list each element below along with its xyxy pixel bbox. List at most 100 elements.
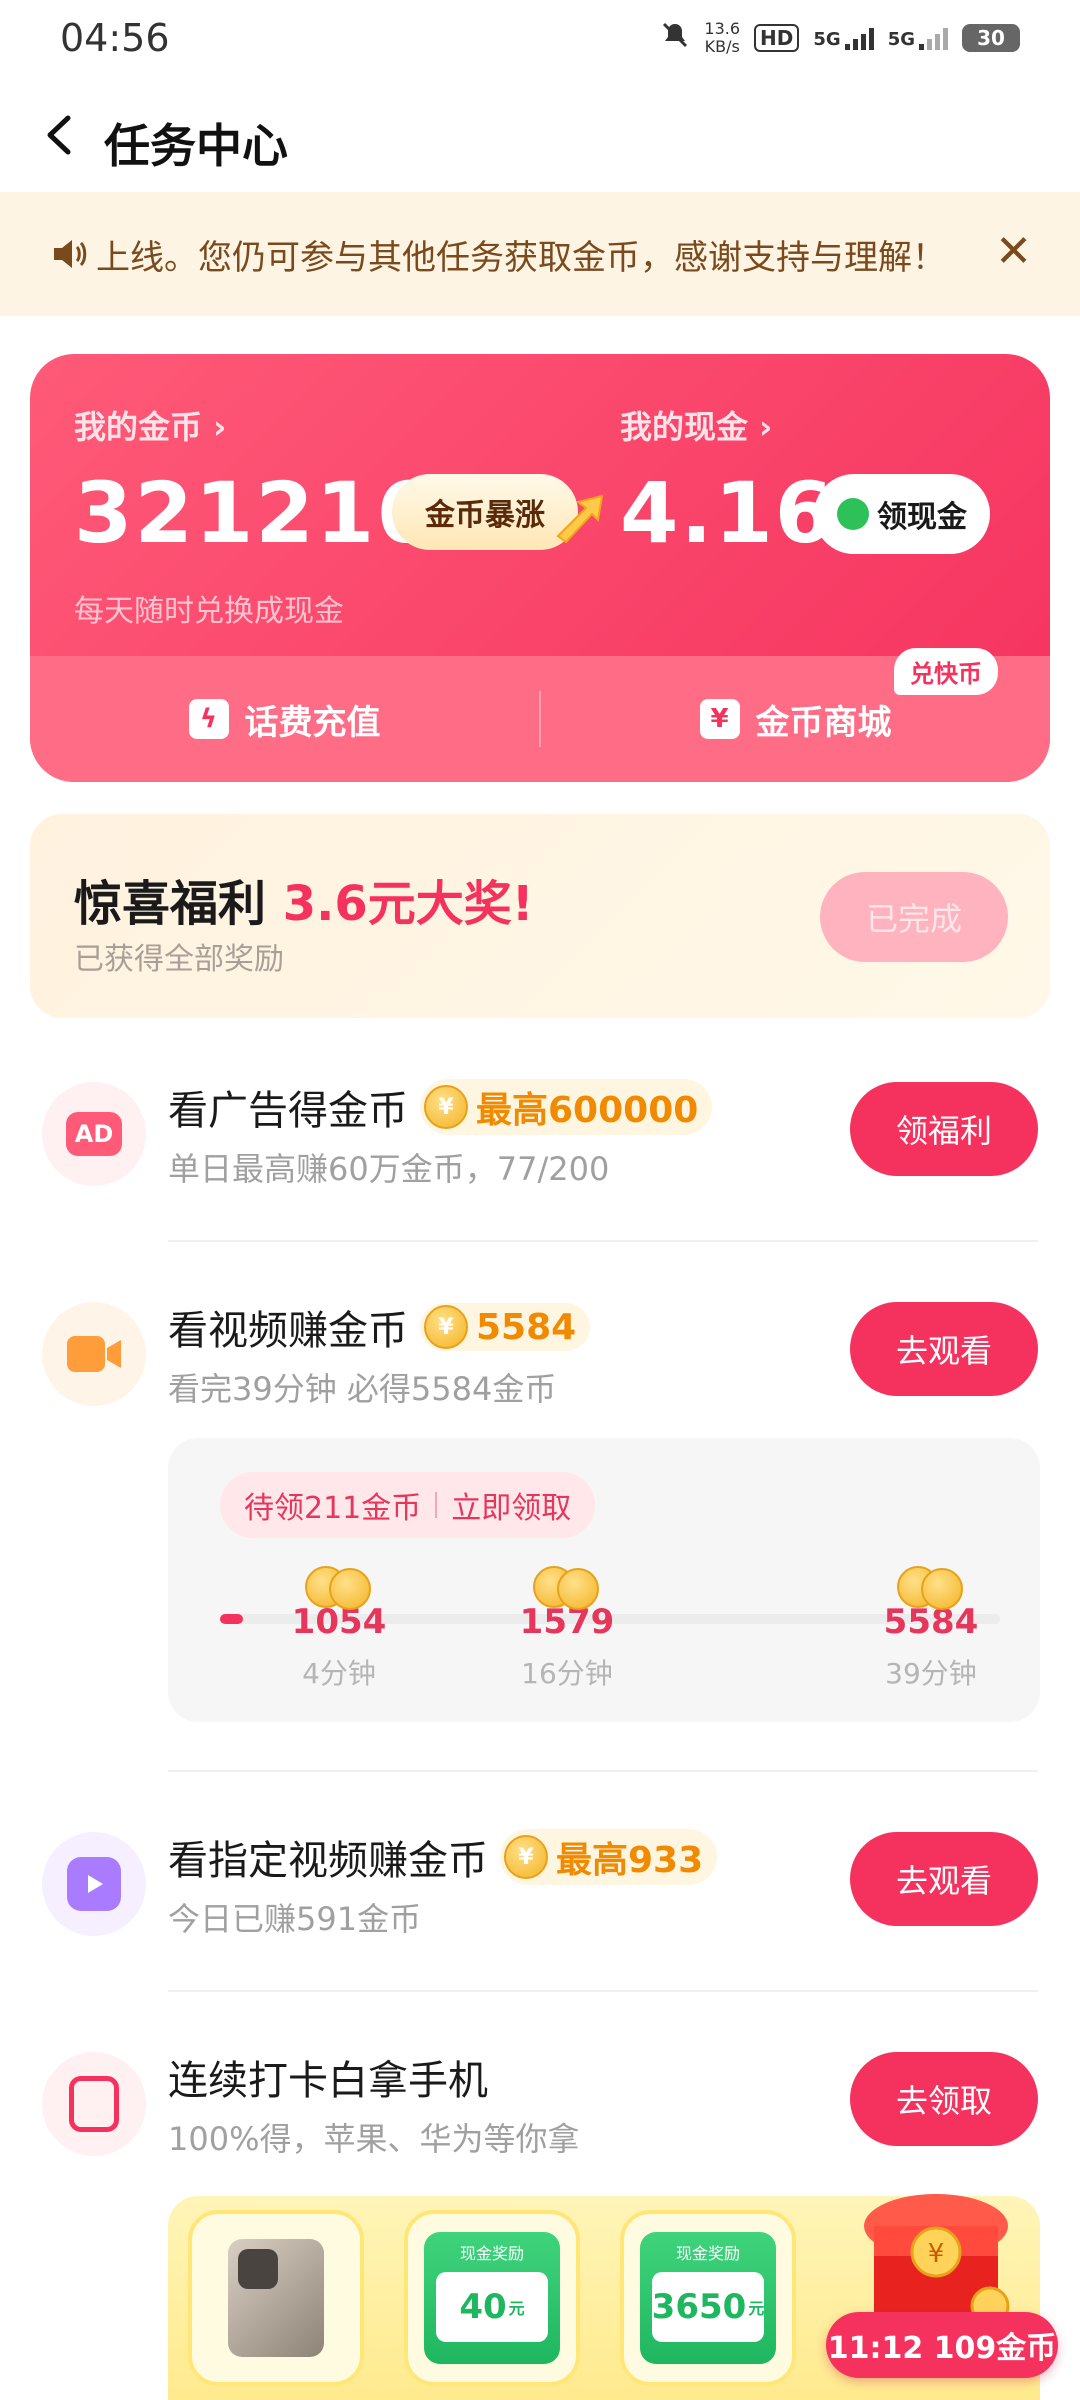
completed-button[interactable]: 已完成	[820, 872, 1008, 962]
coin-icon: ¥	[424, 1305, 468, 1349]
chevron-right-icon: ›	[759, 408, 773, 446]
progress-fill	[220, 1614, 243, 1624]
signal-bars-icon	[844, 26, 874, 50]
coins-subtitle: 每天随时兑换成现金	[74, 594, 344, 629]
prize-cash-2[interactable]: 现金奖励 3650 元	[620, 2210, 796, 2386]
milestone-time: 39分钟	[885, 1657, 977, 1690]
ad-icon: AD	[42, 1082, 146, 1186]
kuaibi-badge: 兑快币	[894, 648, 998, 695]
claim-welfare-button[interactable]: 领福利	[850, 1082, 1038, 1176]
reward-pill: ¥ 5584	[420, 1303, 591, 1351]
cash-reward-label: 现金奖励	[459, 2244, 524, 2263]
phone-recharge-button[interactable]: ϟ 话费充值	[30, 656, 539, 782]
watch-designated-video-button[interactable]: 去观看	[850, 1832, 1038, 1926]
milestone-3: 5584 39分钟	[876, 1566, 986, 1692]
net-speed: 13.6 KB/s	[704, 20, 740, 56]
prize-phone[interactable]	[188, 2210, 364, 2386]
status-icons: 13.6 KB/s HD 5G 5G 30	[660, 20, 1020, 56]
speaker-icon	[48, 232, 92, 276]
sim2-label: 5G	[887, 29, 915, 50]
reward-amount: 最高933	[556, 1840, 704, 1881]
divider	[435, 1492, 438, 1518]
my-coins-label: 我的金币	[74, 408, 203, 446]
cash-reward-unit: 元	[748, 2299, 765, 2318]
milestone-2: 1579 16分钟	[512, 1566, 622, 1692]
mute-bell-icon	[660, 20, 690, 56]
prize-cash-1[interactable]: 现金奖励 40 元	[404, 2210, 580, 2386]
video-progress-panel: 待领211金币 立即领取 1054 4分钟 1579 16分钟 5584 39分…	[168, 1438, 1040, 1722]
hd-icon: HD	[754, 24, 800, 52]
claim-now-link[interactable]: 立即领取	[451, 1483, 571, 1527]
cash-reward-amount: 3650 元	[652, 2272, 764, 2342]
play-icon-tile	[67, 1857, 121, 1911]
task-title-row: 看广告得金币 ¥ 最高600000	[168, 1078, 713, 1136]
surprise-title-highlight: 3.6元大奖!	[282, 876, 534, 932]
cash-reward-card: 现金奖励 3650 元	[640, 2232, 776, 2364]
milestone-time: 16分钟	[521, 1657, 613, 1690]
my-cash-label: 我的现金	[620, 408, 749, 446]
coin-stack-icon	[299, 1566, 379, 1610]
divider	[168, 1770, 1038, 1772]
task-title: 连续打卡白拿手机	[168, 2058, 488, 2104]
reward-amount: 最高600000	[476, 1090, 699, 1131]
back-arrow-icon[interactable]	[36, 110, 86, 160]
task-title: 看广告得金币	[168, 1088, 408, 1134]
video-camera-icon	[42, 1302, 146, 1406]
cash-reward-amount: 40 元	[436, 2272, 548, 2342]
withdraw-cash-button[interactable]: 领现金	[814, 474, 990, 554]
my-cash-link[interactable]: 我的现金 ›	[620, 402, 772, 448]
task-title: 看指定视频赚金币	[168, 1838, 488, 1884]
phone-recharge-label: 话费充值	[244, 702, 381, 743]
net-speed-unit: KB/s	[704, 37, 740, 56]
task-title-row: 看指定视频赚金币 ¥ 最高933	[168, 1828, 718, 1886]
notice-banner: 上线。您仍可参与其他任务获取金币，感谢支持与理解！ ✕	[0, 192, 1080, 316]
close-icon[interactable]: ✕	[995, 230, 1032, 274]
surprise-welfare-card: 惊喜福利 3.6元大奖! 已获得全部奖励 已完成	[30, 814, 1050, 1018]
net-speed-value: 13.6	[704, 19, 741, 38]
coin-mall-label: 金币商城	[755, 702, 892, 743]
task-subtitle: 100%得，苹果、华为等你拿	[168, 2120, 580, 2158]
floating-timer-badge[interactable]: 11:12 109金币	[826, 2312, 1058, 2378]
sim1-label: 5G	[813, 29, 841, 50]
lightning-icon: ϟ	[188, 699, 229, 739]
cash-reward-label: 现金奖励	[675, 2244, 740, 2263]
cash-reward-value: 40	[459, 2287, 507, 2327]
surprise-title-prefix: 惊喜福利	[74, 876, 283, 932]
coin-stack-icon	[527, 1566, 607, 1610]
chevron-right-icon: ›	[213, 408, 227, 446]
my-coins-link[interactable]: 我的金币 ›	[74, 402, 226, 448]
watch-video-button[interactable]: 去观看	[850, 1302, 1038, 1396]
notice-text: 上线。您仍可参与其他任务获取金币，感谢支持与理解！	[96, 238, 946, 278]
milestone-amount: 1579	[519, 1602, 615, 1642]
phone-image	[228, 2239, 324, 2357]
coins-value: 321216	[74, 464, 437, 562]
task-title-row: 看视频赚金币 ¥ 5584	[168, 1298, 591, 1356]
phone-gift-shape	[69, 2076, 119, 2132]
pending-coins-pill[interactable]: 待领211金币 立即领取	[220, 1472, 596, 1538]
milestone-time: 4分钟	[302, 1657, 376, 1690]
coin-stack-icon	[891, 1566, 971, 1610]
play-icon	[42, 1832, 146, 1936]
status-time: 04:56	[60, 16, 170, 60]
task-subtitle: 单日最高赚60万金币，77/200	[168, 1150, 610, 1188]
cash-reward-card: 现金奖励 40 元	[424, 2232, 560, 2364]
ticket-icon: ¥	[699, 699, 740, 739]
task-title: 看视频赚金币	[168, 1308, 408, 1354]
arrow-up-icon	[548, 488, 610, 546]
divider	[168, 1240, 1038, 1242]
withdraw-cash-label: 领现金	[877, 500, 967, 535]
page-title: 任务中心	[104, 119, 288, 173]
cash-reward-value: 3650	[651, 2287, 747, 2327]
sim1-signal: 5G	[813, 26, 874, 50]
cash-value: 4.16	[620, 464, 836, 562]
battery-icon: 30	[962, 24, 1020, 52]
task-subtitle: 看完39分钟 必得5584金币	[168, 1370, 557, 1408]
claim-phone-button[interactable]: 去领取	[850, 2052, 1038, 2146]
milestone-1: 1054 4分钟	[284, 1566, 394, 1692]
svg-text:¥: ¥	[928, 2239, 945, 2269]
status-bar: 04:56 13.6 KB/s HD 5G 5G 30	[0, 0, 1080, 80]
coin-icon: ¥	[504, 1835, 548, 1879]
page-header: 任务中心	[0, 80, 1080, 192]
signal-bars-icon	[919, 26, 948, 50]
reward-amount: 5584	[476, 1306, 577, 1348]
